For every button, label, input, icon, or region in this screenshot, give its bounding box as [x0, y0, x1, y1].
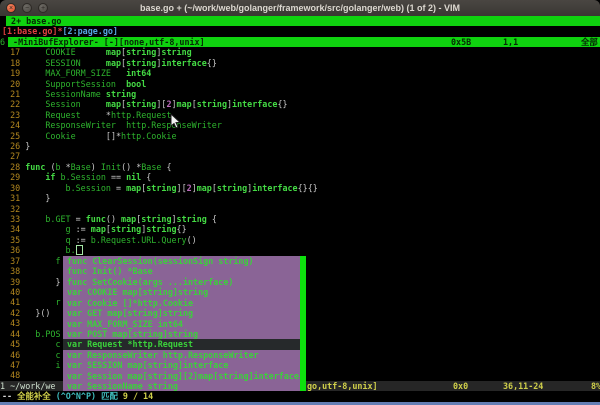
line-number: 18 — [0, 58, 25, 68]
statusline-edge-char: 6 — [0, 37, 8, 47]
buffer-tab-page-go[interactable]: [2:page.go] — [63, 26, 118, 36]
code-line-29[interactable]: 29 if b.Session == nil { — [0, 172, 600, 182]
cursor-block — [76, 245, 83, 255]
statusline-scroll-percent: 8% — [591, 381, 600, 391]
completion-item[interactable]: func Init() *Base — [63, 266, 306, 276]
statusline-cursor-position: 36,11-24 — [503, 381, 543, 391]
code-line-26[interactable]: 26 } — [0, 141, 600, 151]
mbe-cursor-position: 1,1 — [503, 37, 518, 47]
line-number: 22 — [0, 99, 25, 109]
line-number: 23 — [0, 110, 25, 120]
code-line-31[interactable]: 31 } — [0, 193, 600, 203]
tab-label[interactable]: 2+ base.go — [6, 16, 600, 26]
cmdline-segment: 匹配 — [101, 391, 123, 401]
minibufexplorer-list: [1:base.go]*[2:page.go] — [0, 26, 600, 36]
line-number: 32 — [0, 204, 25, 214]
line-number: 48 — [0, 370, 25, 380]
line-number: 45 — [0, 339, 25, 349]
completion-item[interactable]: var Cookie []*http.Cookie — [63, 298, 306, 308]
popup-scrollbar[interactable] — [300, 256, 306, 391]
line-number: 20 — [0, 79, 25, 89]
buffer-tab-base-go[interactable]: [1:base.go]* — [2, 26, 63, 36]
cmdline-segment: 9 / 14 — [123, 391, 153, 401]
completion-item[interactable]: var SessionName string — [63, 381, 306, 391]
completion-item[interactable]: var Session map[string][2]map[string]int… — [63, 371, 306, 381]
code-line-21[interactable]: 21 SessionName string — [0, 89, 600, 99]
line-number: 21 — [0, 89, 25, 99]
statusline-hex-value: 0x0 — [453, 381, 468, 391]
vim-tabline: 2+ base.go — [0, 16, 600, 26]
completion-popup: func ClearSession(sessionSign string)fun… — [63, 256, 306, 391]
minibufexplorer-statusline: 6 -MiniBufExplorer- [-][none,utf-8,unix]… — [0, 37, 600, 47]
line-number: 29 — [0, 172, 25, 182]
completion-item[interactable]: var COOKIE map[string]string — [63, 287, 306, 297]
line-number: 25 — [0, 131, 25, 141]
code-line-32[interactable]: 32 — [0, 204, 600, 214]
line-number: 47 — [0, 360, 25, 370]
completion-item[interactable]: var GET map[string]string — [63, 308, 306, 318]
line-number: 40 — [0, 287, 25, 297]
line-number: 19 — [0, 68, 25, 78]
completion-item[interactable]: var ResponseWriter http.ResponseWriter — [63, 350, 306, 360]
code-line-35[interactable]: 35 q := b.Request.URL.Query() — [0, 235, 600, 245]
line-number: 43 — [0, 318, 25, 328]
mbe-hex-value: 0x5B — [451, 37, 471, 47]
minibufexplorer-statusbar: -MiniBufExplorer- [-][none,utf-8,unix]0x… — [8, 37, 600, 47]
line-number: 27 — [0, 151, 25, 161]
mouse-cursor-icon — [170, 114, 182, 130]
code-line-27[interactable]: 27 — [0, 151, 600, 161]
line-number: 37 — [0, 256, 25, 266]
line-number: 35 — [0, 235, 25, 245]
code-line-19[interactable]: 19 MAX_FORM_SIZE int64 — [0, 68, 600, 78]
line-number: 46 — [0, 350, 25, 360]
line-number: 30 — [0, 183, 25, 193]
completion-item[interactable]: var Request *http.Request — [63, 339, 306, 349]
cmdline-segment: (^O^N^P) — [56, 391, 101, 401]
completion-item[interactable]: func ClearSession(sessionSign string) — [63, 256, 306, 266]
line-number: 38 — [0, 266, 25, 276]
completion-item[interactable]: var SESSION map[string]interface — [63, 360, 306, 370]
completion-item[interactable]: func SetCookie(args ...interface) — [63, 277, 306, 287]
line-number: 33 — [0, 214, 25, 224]
line-number: 28 — [0, 162, 25, 172]
code-line-24[interactable]: 24 ResponseWriter http.ResponseWriter — [0, 120, 600, 130]
vim-window: × − + base.go + (~/work/web/golanger/fra… — [0, 0, 600, 405]
code-line-23[interactable]: 23 Request *http.Request — [0, 110, 600, 120]
code-line-34[interactable]: 34 g := map[string]string{} — [0, 224, 600, 234]
line-number: 41 — [0, 297, 25, 307]
line-number: 31 — [0, 193, 25, 203]
line-number: 42 — [0, 308, 25, 318]
code-line-30[interactable]: 30 b.Session = map[string][2]map[string]… — [0, 183, 600, 193]
statusline-filepath: 1 ~/work/we — [0, 381, 55, 391]
line-number: 17 — [0, 47, 25, 57]
title-bar: × − + base.go + (~/work/web/golanger/fra… — [0, 0, 600, 16]
line-number: 26 — [0, 141, 25, 151]
line-number: 44 — [0, 329, 25, 339]
cmdline-segment: -- — [2, 391, 17, 401]
mbe-scroll-indicator: 全部 — [581, 37, 598, 47]
code-line-22[interactable]: 22 Session map[string][2]map[string]inte… — [0, 99, 600, 109]
window-title: base.go + (~/work/web/golanger/framework… — [0, 3, 600, 13]
code-line-25[interactable]: 25 Cookie []*http.Cookie — [0, 131, 600, 141]
code-line-17[interactable]: 17 COOKIE map[string]string — [0, 47, 600, 57]
line-number: 36 — [0, 245, 25, 255]
code-line-28[interactable]: 28 func (b *Base) Init() *Base { — [0, 162, 600, 172]
line-number: 39 — [0, 277, 25, 287]
cmdline-segment: 全能补全 — [17, 391, 56, 401]
line-number: 34 — [0, 224, 25, 234]
line-number: 24 — [0, 120, 25, 130]
completion-item[interactable]: var POST map[string]string — [63, 329, 306, 339]
code-line-36[interactable]: 36 b. — [0, 245, 600, 255]
code-line-33[interactable]: 33 b.GET = func() map[string]string { — [0, 214, 600, 224]
command-line: -- 全能补全 (^O^N^P) 匹配 9 / 14 — [0, 391, 600, 401]
completion-item[interactable]: var MAX_FORM_SIZE int64 — [63, 319, 306, 329]
code-line-20[interactable]: 20 SupportSession bool — [0, 79, 600, 89]
code-line-18[interactable]: 18 SESSION map[string]interface{} — [0, 58, 600, 68]
statusline-fileformat: go,utf-8,unix] — [307, 381, 378, 391]
